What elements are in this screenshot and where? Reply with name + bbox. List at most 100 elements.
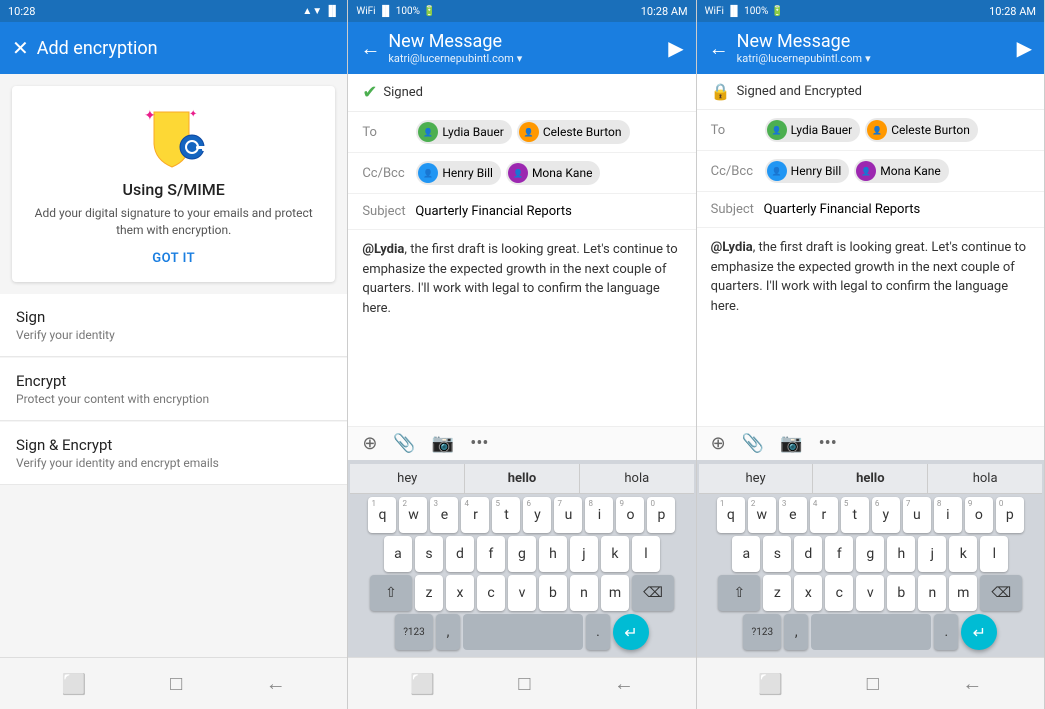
email-body-right[interactable]: @Lydia, the first draft is looking great…: [697, 228, 1044, 426]
recipient-henry-right[interactable]: 👤 Henry Bill: [765, 159, 850, 183]
key-v-right[interactable]: v: [856, 575, 884, 611]
period-key-right[interactable]: .: [934, 614, 958, 650]
key-g-mid[interactable]: g: [508, 536, 536, 572]
camera-icon-mid[interactable]: 📷: [432, 433, 454, 454]
recipient-lydia-mid[interactable]: 👤 Lydia Bauer: [416, 120, 512, 144]
key-y-right[interactable]: 6y: [872, 497, 900, 533]
shift-key-mid[interactable]: ⇧: [370, 575, 412, 611]
ccbcc-field-mid[interactable]: Cc/Bcc 👤 Henry Bill 👤 Mona Kane: [348, 153, 695, 194]
recipient-lydia-right[interactable]: 👤 Lydia Bauer: [765, 118, 861, 142]
back-button-right[interactable]: ←: [709, 36, 729, 61]
key-n-mid[interactable]: n: [570, 575, 598, 611]
key-b-right[interactable]: b: [887, 575, 915, 611]
dropdown-arrow-right[interactable]: ▾: [865, 52, 871, 65]
key-c-mid[interactable]: c: [477, 575, 505, 611]
key-b-mid[interactable]: b: [539, 575, 567, 611]
key-u-mid[interactable]: 7u: [554, 497, 582, 533]
recent-apps-icon-right[interactable]: ⬜: [758, 672, 783, 696]
key-j-mid[interactable]: j: [570, 536, 598, 572]
sym-key-right[interactable]: ?123: [743, 614, 781, 650]
key-f-mid[interactable]: f: [477, 536, 505, 572]
key-g-right[interactable]: g: [856, 536, 884, 572]
camera-icon-right[interactable]: 📷: [780, 433, 802, 454]
recent-apps-icon-mid[interactable]: ⬜: [410, 672, 435, 696]
suggestion-hello-mid[interactable]: hello: [465, 464, 580, 493]
key-o-mid[interactable]: 9o: [616, 497, 644, 533]
recipient-henry-mid[interactable]: 👤 Henry Bill: [416, 161, 501, 185]
encrypt-menu-item[interactable]: Encrypt Protect your content with encryp…: [0, 358, 347, 421]
suggestion-hey-right[interactable]: hey: [699, 464, 814, 493]
key-i-right[interactable]: 8i: [934, 497, 962, 533]
email-body-mid[interactable]: @Lydia, the first draft is looking great…: [348, 230, 695, 426]
key-h-right[interactable]: h: [887, 536, 915, 572]
more-icon-mid[interactable]: •••: [470, 433, 488, 454]
recipient-celeste-right[interactable]: 👤 Celeste Burton: [865, 118, 978, 142]
to-field-right[interactable]: To 👤 Lydia Bauer 👤 Celeste Burton: [697, 110, 1044, 151]
key-k-right[interactable]: k: [949, 536, 977, 572]
key-e-right[interactable]: 3e: [779, 497, 807, 533]
back-icon-mid[interactable]: ←: [614, 671, 634, 696]
key-n-right[interactable]: n: [918, 575, 946, 611]
suggestion-hola-right[interactable]: hola: [928, 464, 1042, 493]
key-e-mid[interactable]: 3e: [430, 497, 458, 533]
key-f-right[interactable]: f: [825, 536, 853, 572]
subject-field-mid[interactable]: Subject Quarterly Financial Reports: [348, 194, 695, 230]
key-a-mid[interactable]: a: [384, 536, 412, 572]
delete-key-right[interactable]: ⌫: [980, 575, 1022, 611]
key-t-right[interactable]: 5t: [841, 497, 869, 533]
key-t-mid[interactable]: 5t: [492, 497, 520, 533]
attach-icon-mid[interactable]: 📎: [393, 433, 415, 454]
comma-key-right[interactable]: ,: [784, 614, 808, 650]
key-u-right[interactable]: 7u: [903, 497, 931, 533]
key-s-right[interactable]: s: [763, 536, 791, 572]
add-icon-mid[interactable]: ⊕: [362, 433, 377, 454]
key-p-mid[interactable]: 0p: [647, 497, 675, 533]
key-x-right[interactable]: x: [794, 575, 822, 611]
key-c-right[interactable]: c: [825, 575, 853, 611]
send-button-mid[interactable]: ▶: [668, 36, 683, 60]
more-icon-right[interactable]: •••: [819, 433, 837, 454]
recipient-celeste-mid[interactable]: 👤 Celeste Burton: [517, 120, 630, 144]
space-key-right[interactable]: [811, 614, 931, 650]
sym-key-mid[interactable]: ?123: [395, 614, 433, 650]
got-it-button[interactable]: GOT IT: [152, 251, 195, 266]
key-z-mid[interactable]: z: [415, 575, 443, 611]
key-d-right[interactable]: d: [794, 536, 822, 572]
back-button-mid[interactable]: ←: [360, 36, 380, 61]
key-q-right[interactable]: 1q: [717, 497, 745, 533]
suggestion-hola-mid[interactable]: hola: [580, 464, 694, 493]
recent-apps-icon-left[interactable]: ⬜: [62, 672, 87, 696]
home-icon-right[interactable]: □: [867, 671, 879, 696]
key-d-mid[interactable]: d: [446, 536, 474, 572]
key-p-right[interactable]: 0p: [996, 497, 1024, 533]
close-button[interactable]: ✕: [12, 36, 29, 60]
sign-encrypt-menu-item[interactable]: Sign & Encrypt Verify your identity and …: [0, 422, 347, 485]
suggestion-hey-mid[interactable]: hey: [350, 464, 465, 493]
home-icon-left[interactable]: □: [170, 671, 182, 696]
key-a-right[interactable]: a: [732, 536, 760, 572]
shift-key-right[interactable]: ⇧: [718, 575, 760, 611]
ccbcc-field-right[interactable]: Cc/Bcc 👤 Henry Bill 👤 Mona Kane: [697, 151, 1044, 192]
period-key-mid[interactable]: .: [586, 614, 610, 650]
enter-key-mid[interactable]: ↵: [613, 614, 649, 650]
key-w-mid[interactable]: 2w: [399, 497, 427, 533]
key-i-mid[interactable]: 8i: [585, 497, 613, 533]
key-h-mid[interactable]: h: [539, 536, 567, 572]
recipient-mona-right[interactable]: 👤 Mona Kane: [854, 159, 949, 183]
key-z-right[interactable]: z: [763, 575, 791, 611]
attach-icon-right[interactable]: 📎: [742, 433, 764, 454]
key-l-mid[interactable]: l: [632, 536, 660, 572]
back-icon-left[interactable]: ←: [266, 671, 286, 696]
comma-key-mid[interactable]: ,: [436, 614, 460, 650]
sign-menu-item[interactable]: Sign Verify your identity: [0, 294, 347, 357]
key-o-right[interactable]: 9o: [965, 497, 993, 533]
enter-key-right[interactable]: ↵: [961, 614, 997, 650]
recipient-mona-mid[interactable]: 👤 Mona Kane: [506, 161, 601, 185]
key-v-mid[interactable]: v: [508, 575, 536, 611]
subject-field-right[interactable]: Subject Quarterly Financial Reports: [697, 192, 1044, 228]
dropdown-arrow-mid[interactable]: ▾: [517, 52, 523, 65]
key-x-mid[interactable]: x: [446, 575, 474, 611]
delete-key-mid[interactable]: ⌫: [632, 575, 674, 611]
key-r-mid[interactable]: 4r: [461, 497, 489, 533]
key-m-right[interactable]: m: [949, 575, 977, 611]
